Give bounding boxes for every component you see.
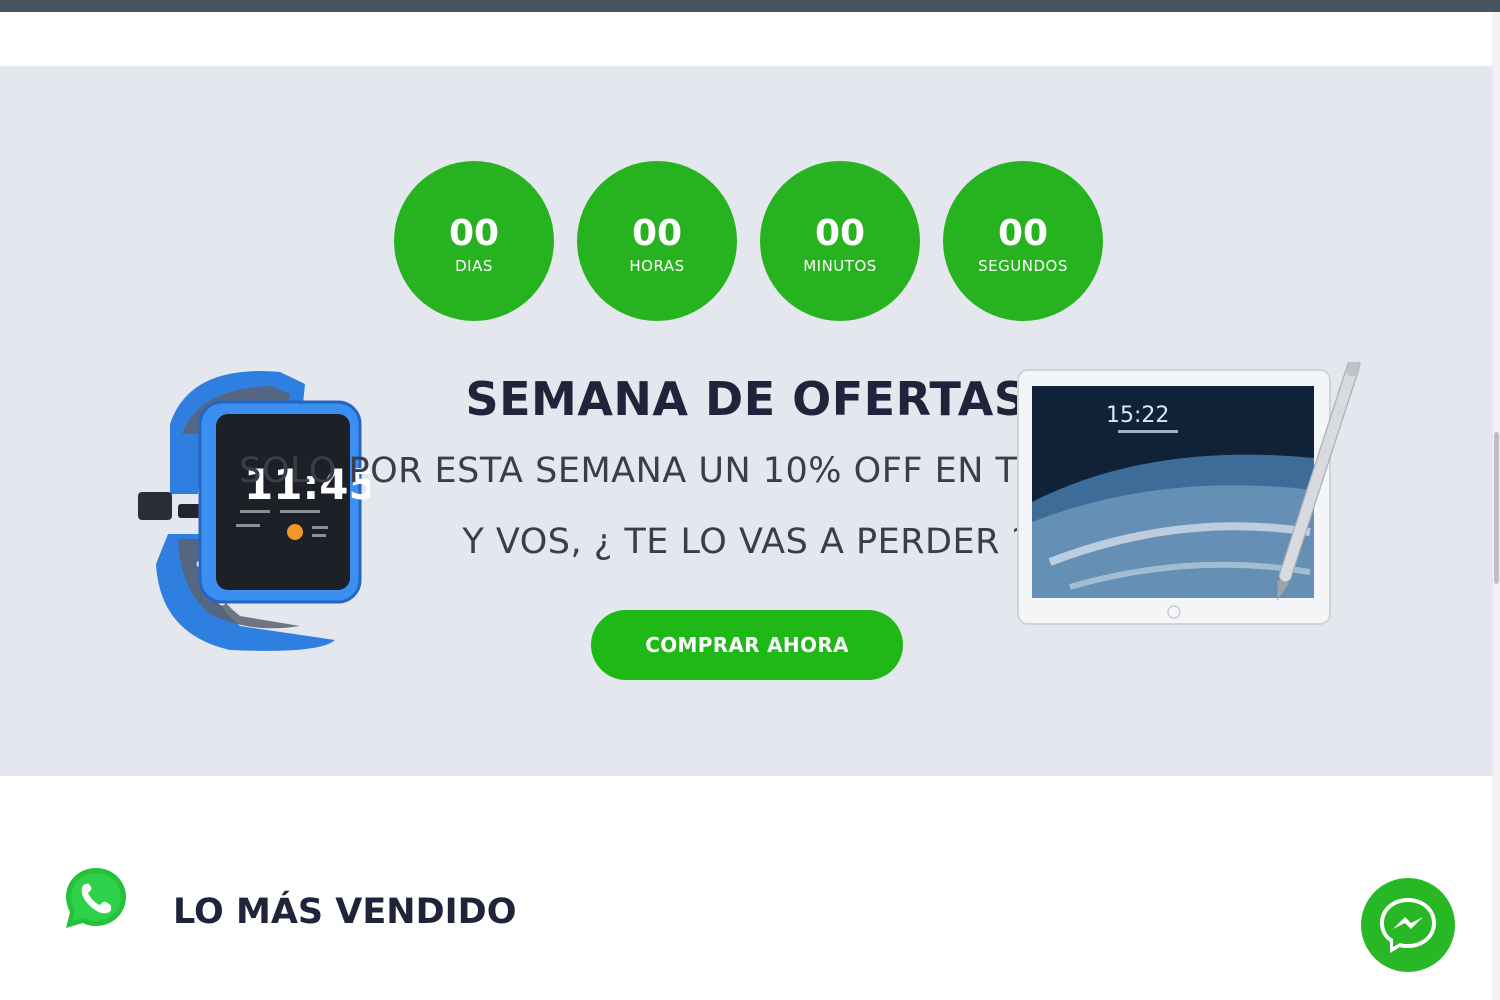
countdown-seconds-value: 00	[997, 212, 1049, 254]
smartwatch-image: 11:45	[138, 371, 370, 651]
buy-now-button[interactable]: COMPRAR AHORA	[591, 610, 903, 680]
countdown-minutes: 00 MINUTOS	[760, 161, 920, 321]
scrollbar[interactable]	[1492, 12, 1500, 1000]
tablet-image: 15:22	[1017, 362, 1361, 625]
countdown-hours-label: HORAS	[629, 256, 685, 275]
countdown-days-value: 00	[448, 212, 500, 254]
countdown-timer: 00 DIAS 00 HORAS 00 MINUTOS 00 SEGUNDOS	[394, 161, 1103, 321]
countdown-seconds: 00 SEGUNDOS	[943, 161, 1103, 321]
countdown-days: 00 DIAS	[394, 161, 554, 321]
offers-banner: 00 DIAS 00 HORAS 00 MINUTOS 00 SEGUNDOS …	[0, 66, 1493, 776]
countdown-hours: 00 HORAS	[577, 161, 737, 321]
countdown-days-label: DIAS	[455, 256, 493, 275]
countdown-hours-value: 00	[631, 212, 683, 254]
messenger-icon[interactable]	[1359, 876, 1457, 974]
countdown-minutes-value: 00	[814, 212, 866, 254]
countdown-minutes-label: MINUTOS	[803, 256, 877, 275]
countdown-seconds-label: SEGUNDOS	[978, 256, 1068, 275]
scrollbar-thumb[interactable]	[1494, 432, 1499, 584]
best-sellers-title: LO MÁS VENDIDO	[173, 892, 517, 932]
top-bar	[0, 0, 1500, 12]
whatsapp-icon[interactable]	[58, 860, 134, 936]
tablet-time: 15:22	[1106, 403, 1169, 428]
